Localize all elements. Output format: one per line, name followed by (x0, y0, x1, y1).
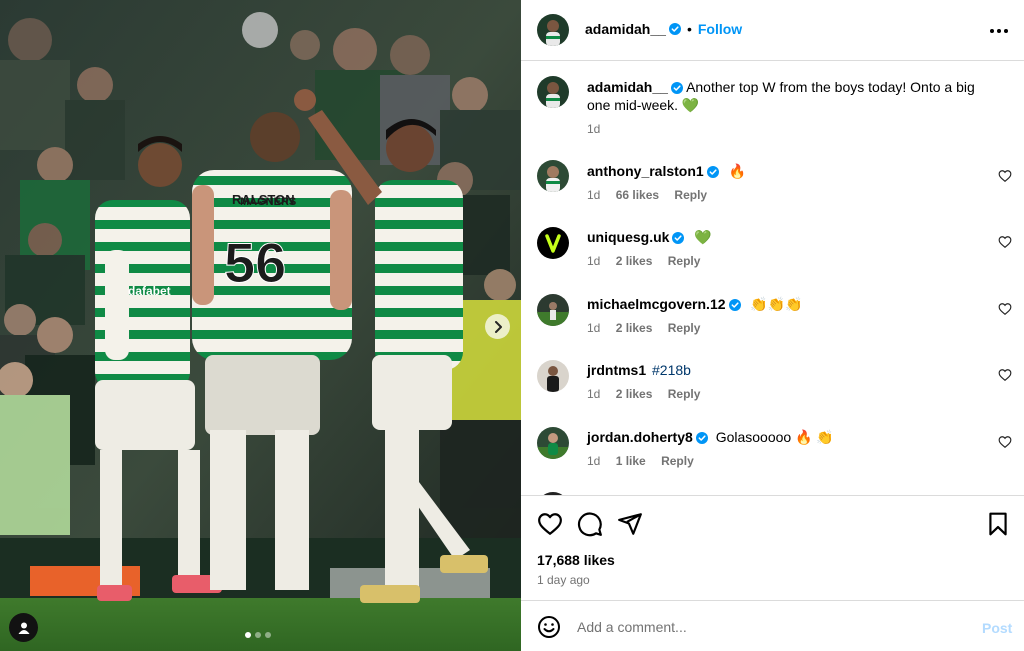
post-media[interactable]: MAGNERS RALSTON 56 dafabet (0, 0, 521, 651)
comment-hashtag[interactable]: #218b (652, 362, 691, 378)
shirt-number-text: 56 (224, 231, 286, 294)
comment-bubble-icon[interactable] (577, 511, 603, 537)
post-timestamp[interactable]: 1 day ago (537, 573, 590, 587)
comment-like-heart-icon[interactable] (998, 435, 1012, 449)
comment-text: Golasooooo 🔥 👏 (715, 429, 834, 445)
carousel-dot-3 (265, 632, 271, 638)
comment-username[interactable]: jordan.doherty8 (587, 429, 693, 445)
more-options-icon[interactable] (987, 22, 1011, 40)
post-actions: 17,688 likes 1 day ago (521, 495, 1024, 601)
reply-button[interactable]: Reply (661, 454, 694, 468)
post-header: adamidah__ • Follow (521, 0, 1024, 61)
comment-body: jordan.doherty8 Golasooooo 🔥 👏 (587, 428, 834, 446)
follow-button[interactable]: Follow (698, 21, 742, 37)
verified-badge-icon (672, 232, 685, 244)
comment-meta: 1d 66 likes Reply (587, 188, 719, 202)
comment-body: jrdntms1 #218b (587, 361, 691, 379)
comment-body: uniquesg.uk 💚 (587, 228, 712, 246)
emoji-smile-icon[interactable] (537, 615, 561, 639)
comment-username[interactable]: uniquesg.uk (587, 229, 669, 245)
comment-body: anthony_ralston1 🔥 (587, 162, 746, 180)
carousel-indicator (245, 632, 271, 638)
author-avatar[interactable] (537, 14, 569, 46)
comment-time[interactable]: 1d (587, 387, 600, 401)
comment-like-heart-icon[interactable] (998, 368, 1012, 382)
comment-meta: 1d 2 likes Reply (587, 387, 712, 401)
tagged-users-button[interactable] (9, 613, 38, 642)
caption-username[interactable]: adamidah__ (587, 79, 668, 95)
reply-button[interactable]: Reply (668, 254, 701, 268)
verified-badge-icon (670, 82, 683, 94)
verified-badge-icon (706, 166, 719, 178)
header-separator: • (686, 21, 692, 37)
reply-button[interactable]: Reply (674, 188, 707, 202)
verified-badge-icon (728, 299, 741, 311)
comment-username[interactable]: jrdntms1 (587, 362, 646, 378)
comment-likes[interactable]: 2 likes (616, 321, 653, 335)
paper-plane-icon[interactable] (617, 511, 643, 537)
comment-text: 👏👏👏 (750, 296, 803, 312)
carousel-next-button[interactable] (485, 314, 510, 339)
comment-input[interactable] (577, 613, 967, 641)
post-photo: MAGNERS RALSTON 56 dafabet (0, 0, 521, 651)
comment-time[interactable]: 1d (587, 188, 600, 202)
verified-badge-icon (695, 432, 708, 444)
comment-username[interactable]: michaelmcgovern.12 (587, 296, 726, 312)
caption-avatar[interactable] (537, 76, 569, 108)
comment-text: 💚 (694, 229, 712, 245)
post-caption: adamidah__ Another top W from the boys t… (587, 78, 997, 114)
commenter-avatar[interactable] (537, 360, 569, 392)
caption-meta: 1d (587, 122, 612, 136)
caption-time[interactable]: 1d (587, 122, 600, 136)
comment-username[interactable]: anthony_ralston1 (587, 163, 704, 179)
comment-likes[interactable]: 66 likes (616, 188, 659, 202)
comment-likes[interactable]: 2 likes (616, 254, 653, 268)
verified-badge-icon (668, 23, 681, 35)
commenter-avatar[interactable] (537, 294, 569, 326)
comment-meta: 1d 2 likes Reply (587, 254, 712, 268)
comment-text: 🔥 (728, 163, 747, 179)
likes-count[interactable]: 17,688 likes (537, 552, 615, 568)
comment-time[interactable]: 1d (587, 254, 600, 268)
comment-meta: 1d 2 likes Reply (587, 321, 712, 335)
instagram-post-modal: MAGNERS RALSTON 56 dafabet adamidah__ • … (0, 0, 1024, 651)
comment-like-heart-icon[interactable] (998, 169, 1012, 183)
commenter-avatar[interactable] (537, 160, 569, 192)
comment-likes[interactable]: 1 like (616, 454, 646, 468)
comment-likes[interactable]: 2 likes (616, 387, 653, 401)
commenter-avatar[interactable] (537, 227, 569, 259)
comment-like-heart-icon[interactable] (998, 235, 1012, 249)
carousel-dot-1 (245, 632, 251, 638)
reply-button[interactable]: Reply (668, 321, 701, 335)
heart-icon[interactable] (537, 511, 563, 537)
carousel-dot-2 (255, 632, 261, 638)
shirt-name-text: RALSTON (232, 192, 295, 207)
commenter-avatar[interactable] (537, 427, 569, 459)
comments-list[interactable]: adamidah__ Another top W from the boys t… (521, 62, 1024, 495)
bookmark-icon[interactable] (985, 511, 1011, 537)
post-comment-button[interactable]: Post (982, 620, 1012, 636)
shirt-sponsor-text: dafabet (128, 284, 171, 298)
add-comment-bar: Post (521, 600, 1024, 651)
reply-button[interactable]: Reply (668, 387, 701, 401)
comment-body: michaelmcgovern.12 👏👏👏 (587, 295, 803, 313)
comment-meta: 1d 1 like Reply (587, 454, 706, 468)
comment-time[interactable]: 1d (587, 454, 600, 468)
author-username[interactable]: adamidah__ (585, 21, 666, 37)
comment-like-heart-icon[interactable] (998, 302, 1012, 316)
user-tag-icon (18, 622, 29, 634)
chevron-right-icon (494, 320, 502, 333)
post-side-panel: adamidah__ • Follow adamidah__ Another t… (521, 0, 1024, 651)
comment-time[interactable]: 1d (587, 321, 600, 335)
